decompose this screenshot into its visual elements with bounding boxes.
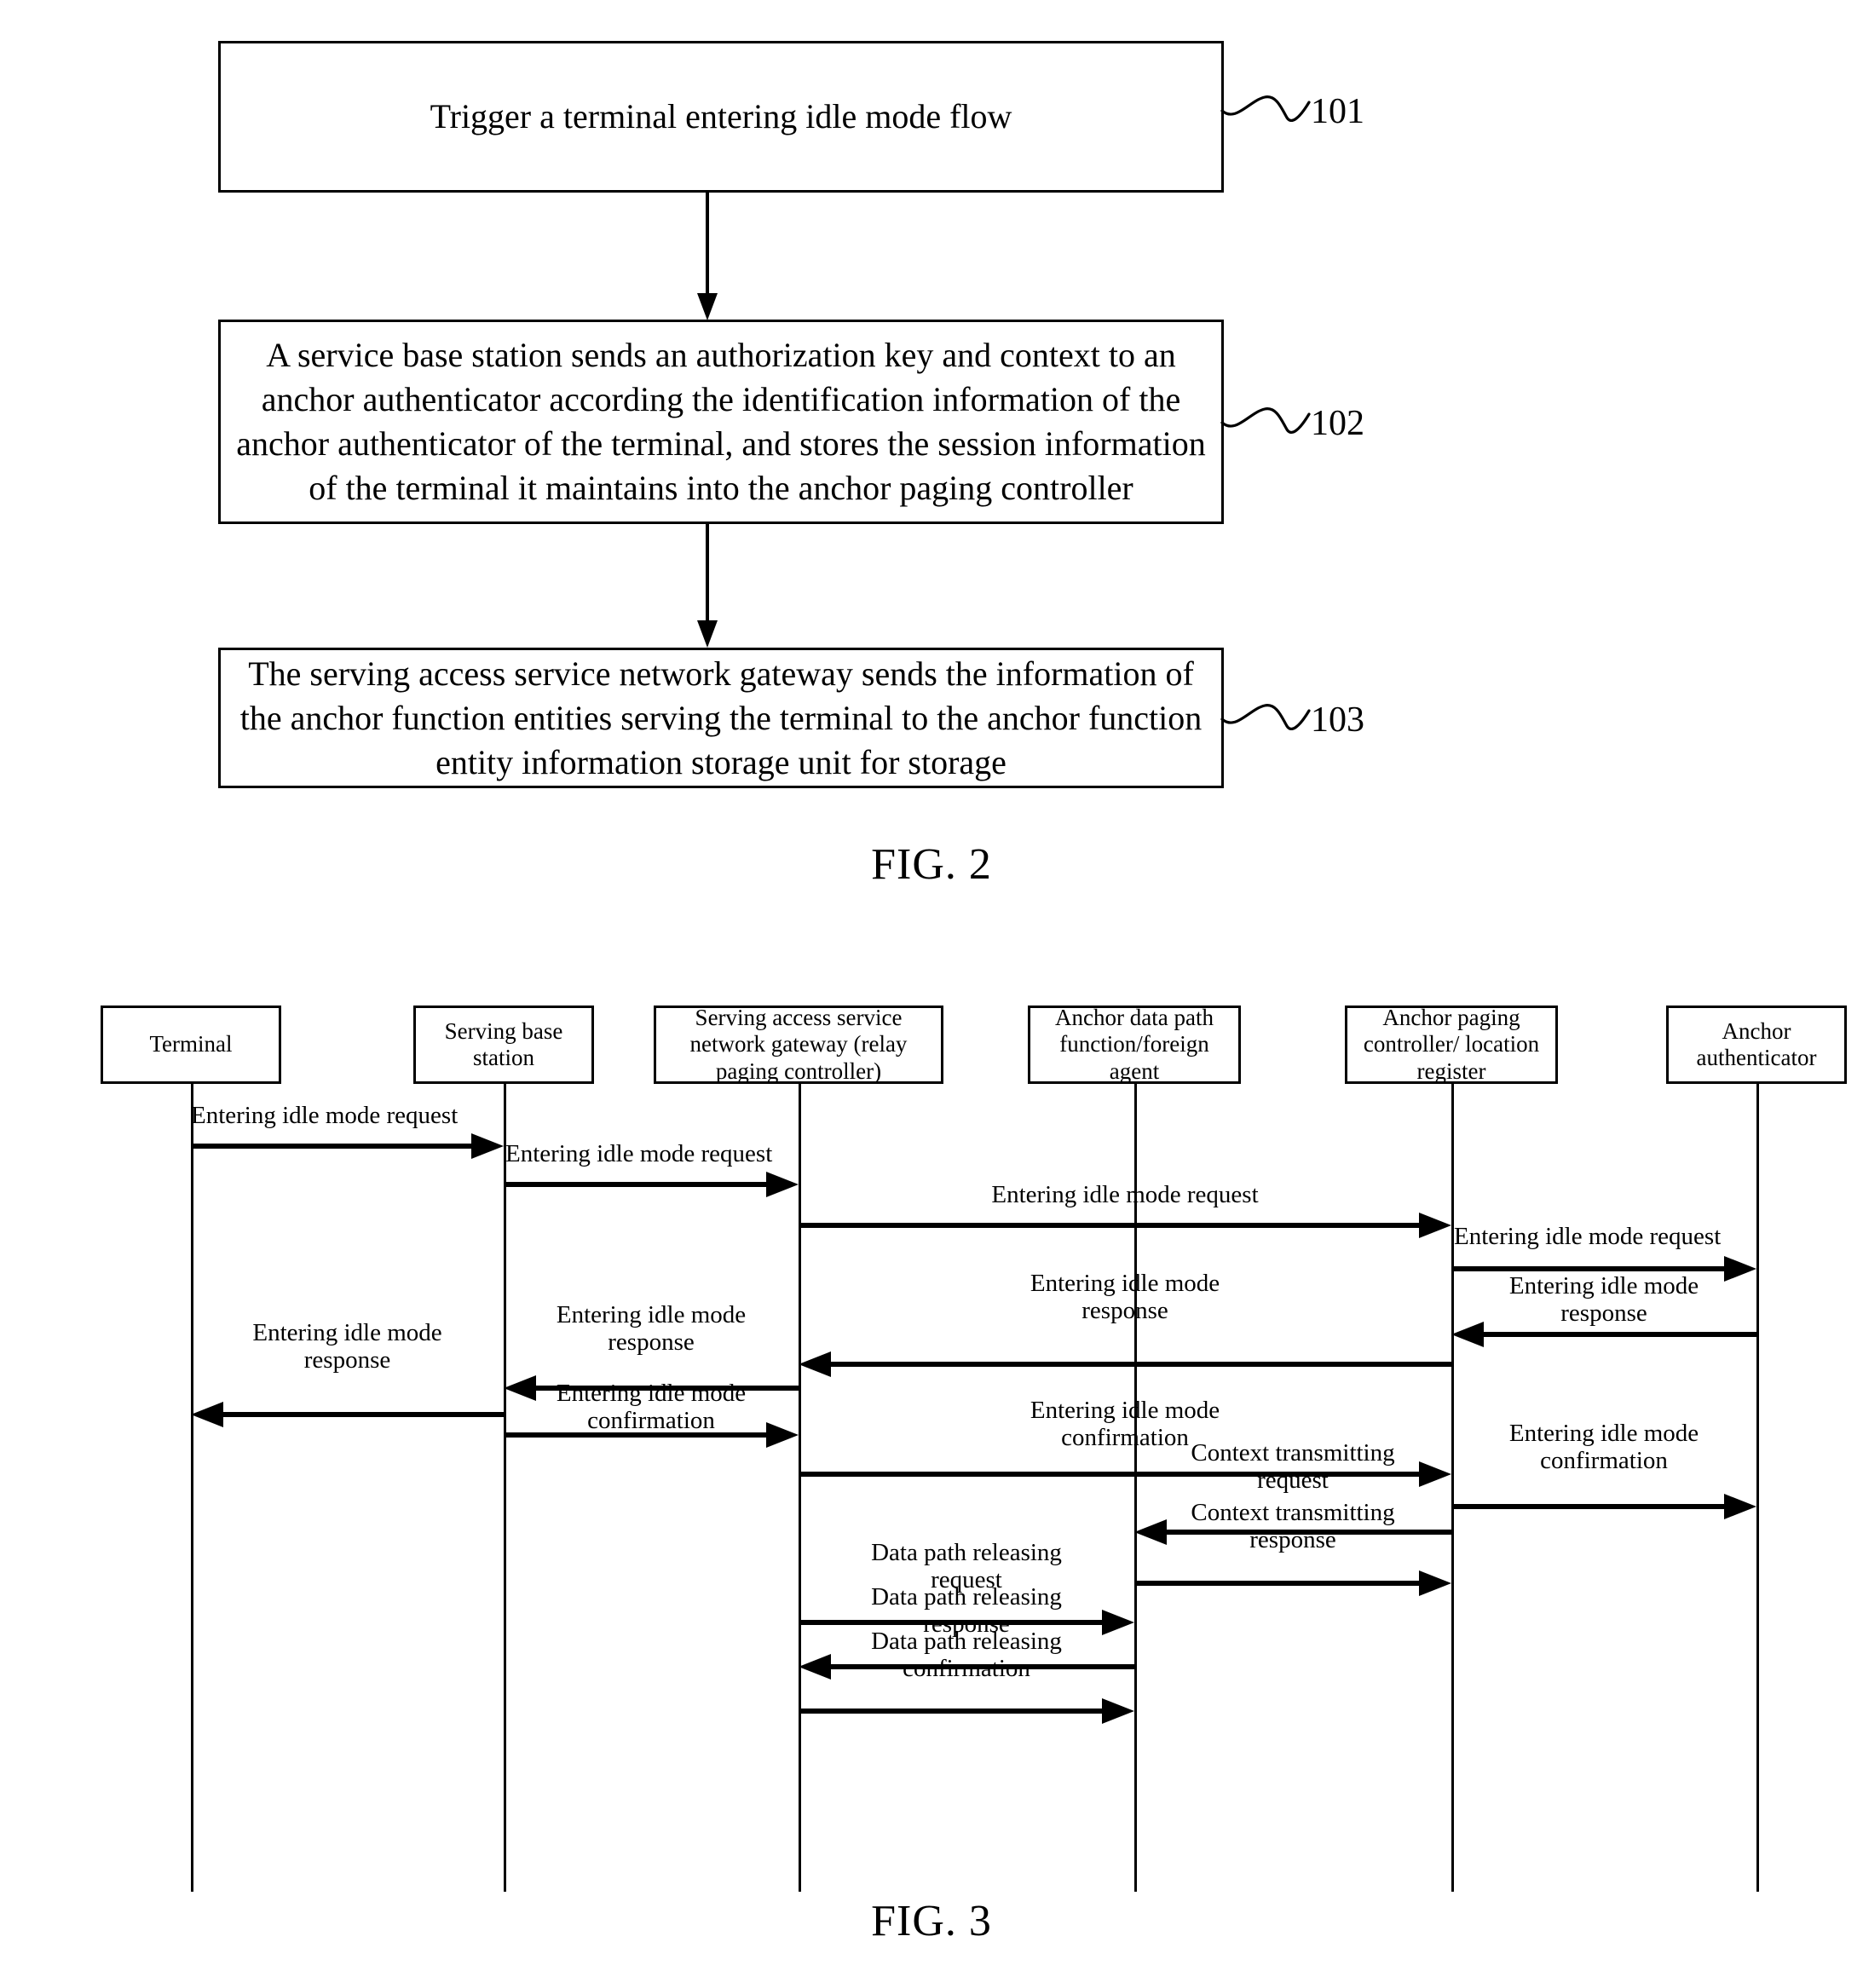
figure-3-caption: FIG. 3 <box>871 1897 992 1945</box>
message-label-m08: Entering idle mode response <box>252 1319 442 1374</box>
message-label-m04: Entering idle mode request <box>1454 1223 1722 1250</box>
figure-2-caption: FIG. 2 <box>871 840 992 889</box>
lifeline-label-serving-asn-gateway: Serving access service network gateway (… <box>689 1005 908 1084</box>
message-label-m01: Entering idle mode request <box>191 1102 459 1129</box>
lifeline-head-serving-asn-gateway: Serving access service network gateway (… <box>654 1005 943 1084</box>
flow-step-box-102: A service base station sends an authoriz… <box>218 320 1224 524</box>
reference-numeral-103: 103 <box>1311 700 1364 740</box>
message-label-m03: Entering idle mode request <box>991 1181 1259 1208</box>
lifeline-serving-base-station <box>504 1084 506 1892</box>
message-arrow-m16 <box>799 1698 1134 1724</box>
lifeline-anchor-authenticator <box>1756 1084 1759 1892</box>
figure-3: Terminal Serving base station Serving ac… <box>0 988 1863 1892</box>
message-label-m07: Entering idle mode response <box>556 1301 747 1357</box>
lifeline-head-serving-base-station: Serving base station <box>413 1006 594 1084</box>
lifeline-head-anchor-paging-controller: Anchor paging controller/ location regis… <box>1345 1005 1558 1084</box>
message-label-m16: Data path releasing confirmation <box>871 1628 1062 1683</box>
reference-numeral-102: 102 <box>1311 404 1364 443</box>
message-arrow-m03 <box>799 1213 1451 1238</box>
lifeline-label-serving-base-station: Serving base station <box>444 1017 563 1070</box>
message-label-m05: Entering idle mode response <box>1508 1272 1699 1328</box>
message-arrow-m08 <box>191 1402 504 1427</box>
flow-step-text-102: A service base station sends an authoriz… <box>236 336 1206 507</box>
reference-leader-102 <box>1220 407 1311 434</box>
lifeline-terminal <box>191 1084 193 1892</box>
lifeline-label-anchor-authenticator: Anchor authenticator <box>1696 1017 1817 1070</box>
lifeline-label-terminal: Terminal <box>149 1031 233 1057</box>
lifeline-label-anchor-paging-controller: Anchor paging controller/ location regis… <box>1363 1005 1540 1084</box>
reference-numeral-101: 101 <box>1311 92 1364 131</box>
lifeline-label-anchor-data-path-function: Anchor data path function/foreign agent <box>1055 1005 1214 1084</box>
flow-step-text-101: Trigger a terminal entering idle mode fl… <box>430 97 1012 135</box>
message-label-m11: Entering idle mode confirmation <box>1508 1420 1699 1475</box>
message-arrow-m02 <box>504 1172 799 1197</box>
reference-leader-101 <box>1220 95 1311 122</box>
message-label-m02: Entering idle mode request <box>505 1140 773 1167</box>
lifeline-head-terminal: Terminal <box>101 1006 281 1084</box>
message-arrow-m06 <box>799 1351 1451 1377</box>
patent-figure-page: Trigger a terminal entering idle mode fl… <box>0 0 1863 1988</box>
lifeline-head-anchor-authenticator: Anchor authenticator <box>1666 1006 1847 1084</box>
reference-leader-103 <box>1220 704 1311 730</box>
flow-step-box-103: The serving access service network gatew… <box>218 648 1224 788</box>
message-arrow-m11 <box>1451 1494 1756 1519</box>
message-label-m12: Context transmitting request <box>1191 1439 1395 1495</box>
message-arrow-m13 <box>1134 1570 1451 1596</box>
message-label-m13: Context transmitting response <box>1191 1499 1395 1554</box>
message-label-m06: Entering idle mode response <box>1030 1270 1220 1325</box>
lifeline-anchor-paging-controller <box>1451 1084 1454 1892</box>
flow-step-box-101: Trigger a terminal entering idle mode fl… <box>218 41 1224 193</box>
flow-step-text-103: The serving access service network gatew… <box>239 654 1203 781</box>
message-arrow-m01 <box>191 1133 504 1159</box>
message-label-m09: Entering idle mode confirmation <box>556 1380 747 1435</box>
flow-connector-102-103 <box>697 522 718 648</box>
lifeline-head-anchor-data-path-function: Anchor data path function/foreign agent <box>1028 1005 1241 1084</box>
flow-connector-101-102 <box>697 191 718 320</box>
